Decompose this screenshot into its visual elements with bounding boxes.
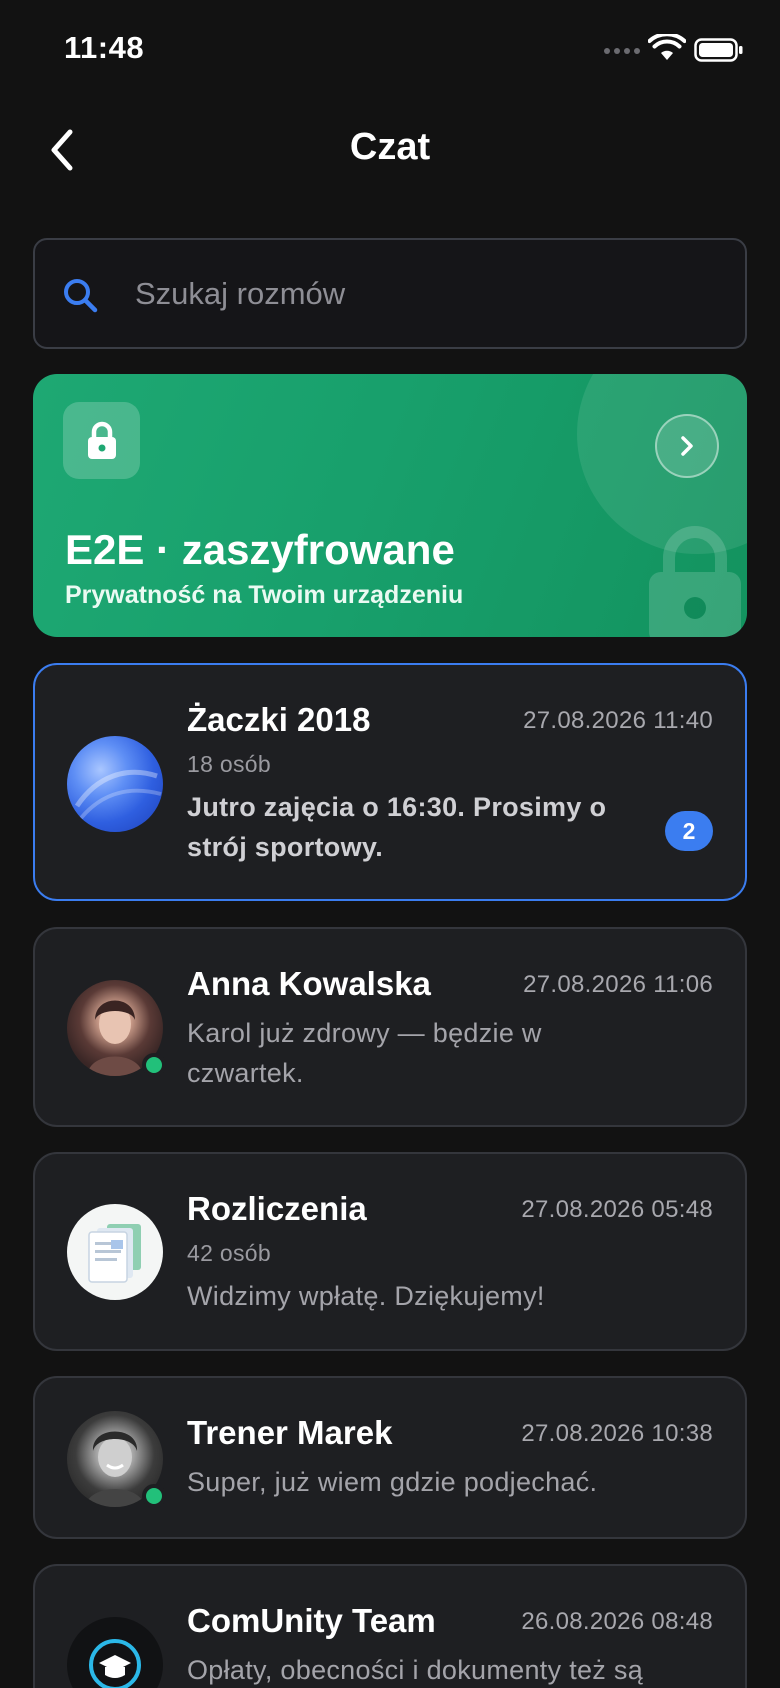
cellular-signal-icon [604, 48, 640, 54]
wifi-icon [648, 34, 686, 60]
chat-preview: Jutro zajęcia o 16:30. Prosimy o strój s… [187, 792, 607, 862]
chat-item-zaczki-2018[interactable]: Żaczki 2018 27.08.2026 11:40 18 osób Jut… [33, 663, 747, 901]
group-avatar [67, 1204, 163, 1300]
unread-badge: 2 [665, 811, 713, 851]
search-icon [64, 279, 98, 313]
chat-name: ComUnity Team [187, 1602, 436, 1639]
chat-item-trener-marek[interactable]: Trener Marek 27.08.2026 10:38 Super, już… [33, 1376, 747, 1539]
online-status-dot [142, 1053, 166, 1077]
banner-open-button[interactable] [655, 414, 719, 478]
chat-name: Trener Marek [187, 1414, 393, 1451]
chat-item-anna-kowalska[interactable]: Anna Kowalska 27.08.2026 11:06 Karol już… [33, 927, 747, 1127]
chat-members-count: 42 osób [187, 1240, 271, 1266]
chat-preview: Opłaty, obecności i dokumenty też są [187, 1655, 644, 1685]
chat-time: 27.08.2026 11:06 [523, 971, 713, 998]
team-avatar [67, 1617, 163, 1688]
search-input[interactable] [135, 240, 715, 347]
chevron-right-icon [681, 436, 693, 456]
chat-time: 26.08.2026 08:48 [521, 1608, 713, 1635]
online-status-dot [142, 1484, 166, 1508]
chat-members-count: 18 osób [187, 751, 271, 777]
chat-time: 27.08.2026 11:40 [523, 707, 713, 734]
chat-name: Rozliczenia [187, 1190, 367, 1227]
lock-icon [63, 402, 140, 479]
chat-item-comunity-team[interactable]: ComUnity Team 26.08.2026 08:48 Opłaty, o… [33, 1564, 747, 1688]
chat-preview: Widzimy wpłatę. Dziękujemy! [187, 1281, 545, 1311]
chat-name: Anna Kowalska [187, 965, 431, 1002]
chat-name: Żaczki 2018 [187, 701, 371, 738]
chat-preview: Super, już wiem gdzie podjechać. [187, 1467, 598, 1497]
search-box[interactable] [33, 238, 747, 349]
chat-time: 27.08.2026 10:38 [521, 1420, 713, 1447]
status-time: 11:48 [64, 30, 145, 65]
banner-title: E2E · zaszyfrowane [65, 526, 455, 573]
nav-bar: Czat [0, 110, 780, 194]
group-avatar [67, 736, 163, 832]
e2e-encryption-banner[interactable]: E2E · zaszyfrowane Prywatność na Twoim u… [33, 374, 747, 637]
user-avatar [67, 980, 166, 1077]
chat-item-rozliczenia[interactable]: Rozliczenia 27.08.2026 05:48 42 osób Wid… [33, 1152, 747, 1351]
user-avatar [67, 1411, 166, 1508]
status-bar: 11:48 [0, 0, 780, 100]
page-title: Czat [349, 126, 431, 168]
chat-time: 27.08.2026 05:48 [521, 1196, 713, 1223]
large-lock-icon [649, 526, 741, 637]
banner-subtitle: Prywatność na Twoim urządzeniu [65, 581, 464, 609]
chat-preview: Karol już zdrowy — będzie w czwartek. [187, 1018, 542, 1088]
chat-list-screen: 11:48 Czat Szukaj rozmów E2E · zaszyfrow… [0, 0, 780, 1688]
battery-icon [694, 38, 743, 62]
